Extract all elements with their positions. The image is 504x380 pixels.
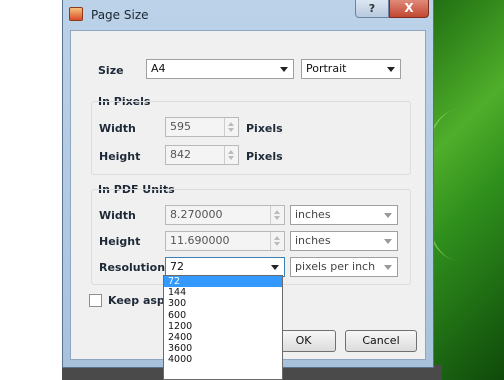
pdf-height-value: 11.690000 <box>170 234 230 247</box>
title-bar[interactable]: Page Size ? X <box>63 0 433 30</box>
orientation-select[interactable]: Portrait <box>301 59 401 79</box>
pixels-width-value: 595 <box>170 120 191 133</box>
chevron-down-icon <box>271 265 279 270</box>
resolution-select-value: 72 <box>170 260 184 273</box>
pdf-width-spinbox[interactable]: 8.270000 <box>165 205 285 225</box>
pixels-height-spinbox[interactable]: 842 <box>165 145 239 165</box>
pixels-width-label: Width <box>99 122 136 135</box>
chevron-down-icon <box>384 265 392 270</box>
close-button[interactable]: X <box>389 0 429 18</box>
pdf-width-label: Width <box>99 209 136 222</box>
resolution-option[interactable]: 1200 <box>164 321 282 332</box>
resolution-dropdown-list[interactable]: 72 144 300 600 1200 2400 3600 4000 <box>163 275 283 380</box>
spin-arrows-icon[interactable] <box>270 232 284 250</box>
size-label: Size <box>98 64 124 77</box>
cancel-button[interactable]: Cancel <box>345 330 417 352</box>
size-select[interactable]: A4 <box>146 59 294 79</box>
in-pixels-group <box>91 101 411 175</box>
resolution-option[interactable]: 3600 <box>164 343 282 354</box>
window-title: Page Size <box>91 8 149 22</box>
pixels-width-spinbox[interactable]: 595 <box>165 117 239 137</box>
resolution-option[interactable]: 4000 <box>164 354 282 365</box>
resolution-option[interactable]: 300 <box>164 298 282 309</box>
desktop-background <box>420 0 504 380</box>
orientation-select-value: Portrait <box>306 62 347 75</box>
spin-arrows-icon[interactable] <box>270 206 284 224</box>
pixels-height-unit: Pixels <box>246 150 283 163</box>
resolution-option[interactable]: 600 <box>164 310 282 321</box>
resolution-unit-select[interactable]: pixels per inch <box>290 257 398 277</box>
chevron-down-icon <box>387 67 395 72</box>
pdf-height-unit-select[interactable]: inches <box>290 231 398 251</box>
resolution-unit-value: pixels per inch <box>295 260 376 273</box>
size-select-value: A4 <box>151 62 166 75</box>
keep-aspect-checkbox[interactable] <box>89 294 102 307</box>
pixels-width-unit: Pixels <box>246 122 283 135</box>
resolution-option[interactable]: 72 <box>164 276 282 288</box>
pdf-width-unit-select[interactable]: inches <box>290 205 398 225</box>
pixels-height-value: 842 <box>170 148 191 161</box>
spin-arrows-icon[interactable] <box>224 118 238 136</box>
chevron-down-icon <box>384 213 392 218</box>
pdf-height-label: Height <box>99 235 141 248</box>
help-button[interactable]: ? <box>355 0 389 18</box>
pixels-height-label: Height <box>99 150 141 163</box>
chevron-down-icon <box>280 67 288 72</box>
resolution-label: Resolution <box>99 261 166 274</box>
resolution-select[interactable]: 72 <box>165 257 285 277</box>
app-icon <box>69 7 83 21</box>
pdf-height-spinbox[interactable]: 11.690000 <box>165 231 285 251</box>
chevron-down-icon <box>384 239 392 244</box>
resolution-option[interactable]: 144 <box>164 287 282 298</box>
pdf-width-unit-value: inches <box>295 208 331 221</box>
pdf-height-unit-value: inches <box>295 234 331 247</box>
spin-arrows-icon[interactable] <box>224 146 238 164</box>
resolution-option[interactable]: 2400 <box>164 332 282 343</box>
pdf-width-value: 8.270000 <box>170 208 223 221</box>
